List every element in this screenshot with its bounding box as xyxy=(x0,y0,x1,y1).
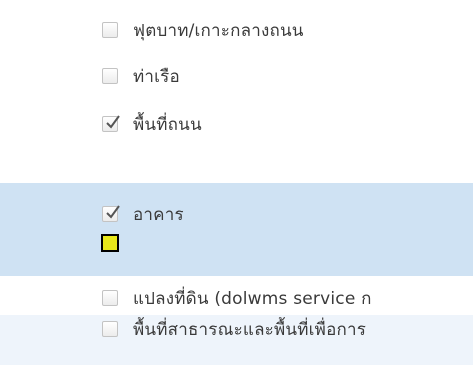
checkbox-pier[interactable] xyxy=(102,68,118,84)
checkbox-footpath[interactable] xyxy=(102,22,118,38)
layer-item-pier[interactable]: ท่าเรือ xyxy=(102,63,180,89)
layer-list-panel: ฟุตบาท/เกาะกลางถนน ท่าเรือ พื้นที่ถนน อา… xyxy=(0,0,473,365)
checkbox-road-area[interactable] xyxy=(102,115,120,132)
layer-item-buildings[interactable]: อาคาร xyxy=(102,201,184,227)
checkmark-icon xyxy=(106,115,120,129)
layer-row-selected[interactable] xyxy=(0,183,473,276)
layer-label: ฟุตบาท/เกาะกลางถนน xyxy=(133,20,304,41)
layer-label: พื้นที่ถนน xyxy=(133,114,202,135)
layer-label: อาคาร xyxy=(133,204,184,225)
layer-item-footpath[interactable]: ฟุตบาท/เกาะกลางถนน xyxy=(102,17,304,43)
checkbox-buildings[interactable] xyxy=(102,205,120,222)
layer-item-road-area[interactable]: พื้นที่ถนน xyxy=(102,111,202,137)
layer-item-land-parcel[interactable]: แปลงที่ดิน (dolwms service ก xyxy=(102,285,372,311)
layer-item-public-space[interactable]: พื้นที่สาธารณะและพื้นที่เพื่อการ xyxy=(102,316,366,342)
checkbox-public-space[interactable] xyxy=(102,321,118,337)
checkbox-land-parcel[interactable] xyxy=(102,290,118,306)
layer-label: แปลงที่ดิน (dolwms service ก xyxy=(133,288,372,309)
checkmark-icon xyxy=(106,205,120,219)
layer-label: พื้นที่สาธารณะและพื้นที่เพื่อการ xyxy=(133,319,367,340)
layer-label: ท่าเรือ xyxy=(133,66,180,87)
legend-swatch-buildings xyxy=(101,234,119,252)
